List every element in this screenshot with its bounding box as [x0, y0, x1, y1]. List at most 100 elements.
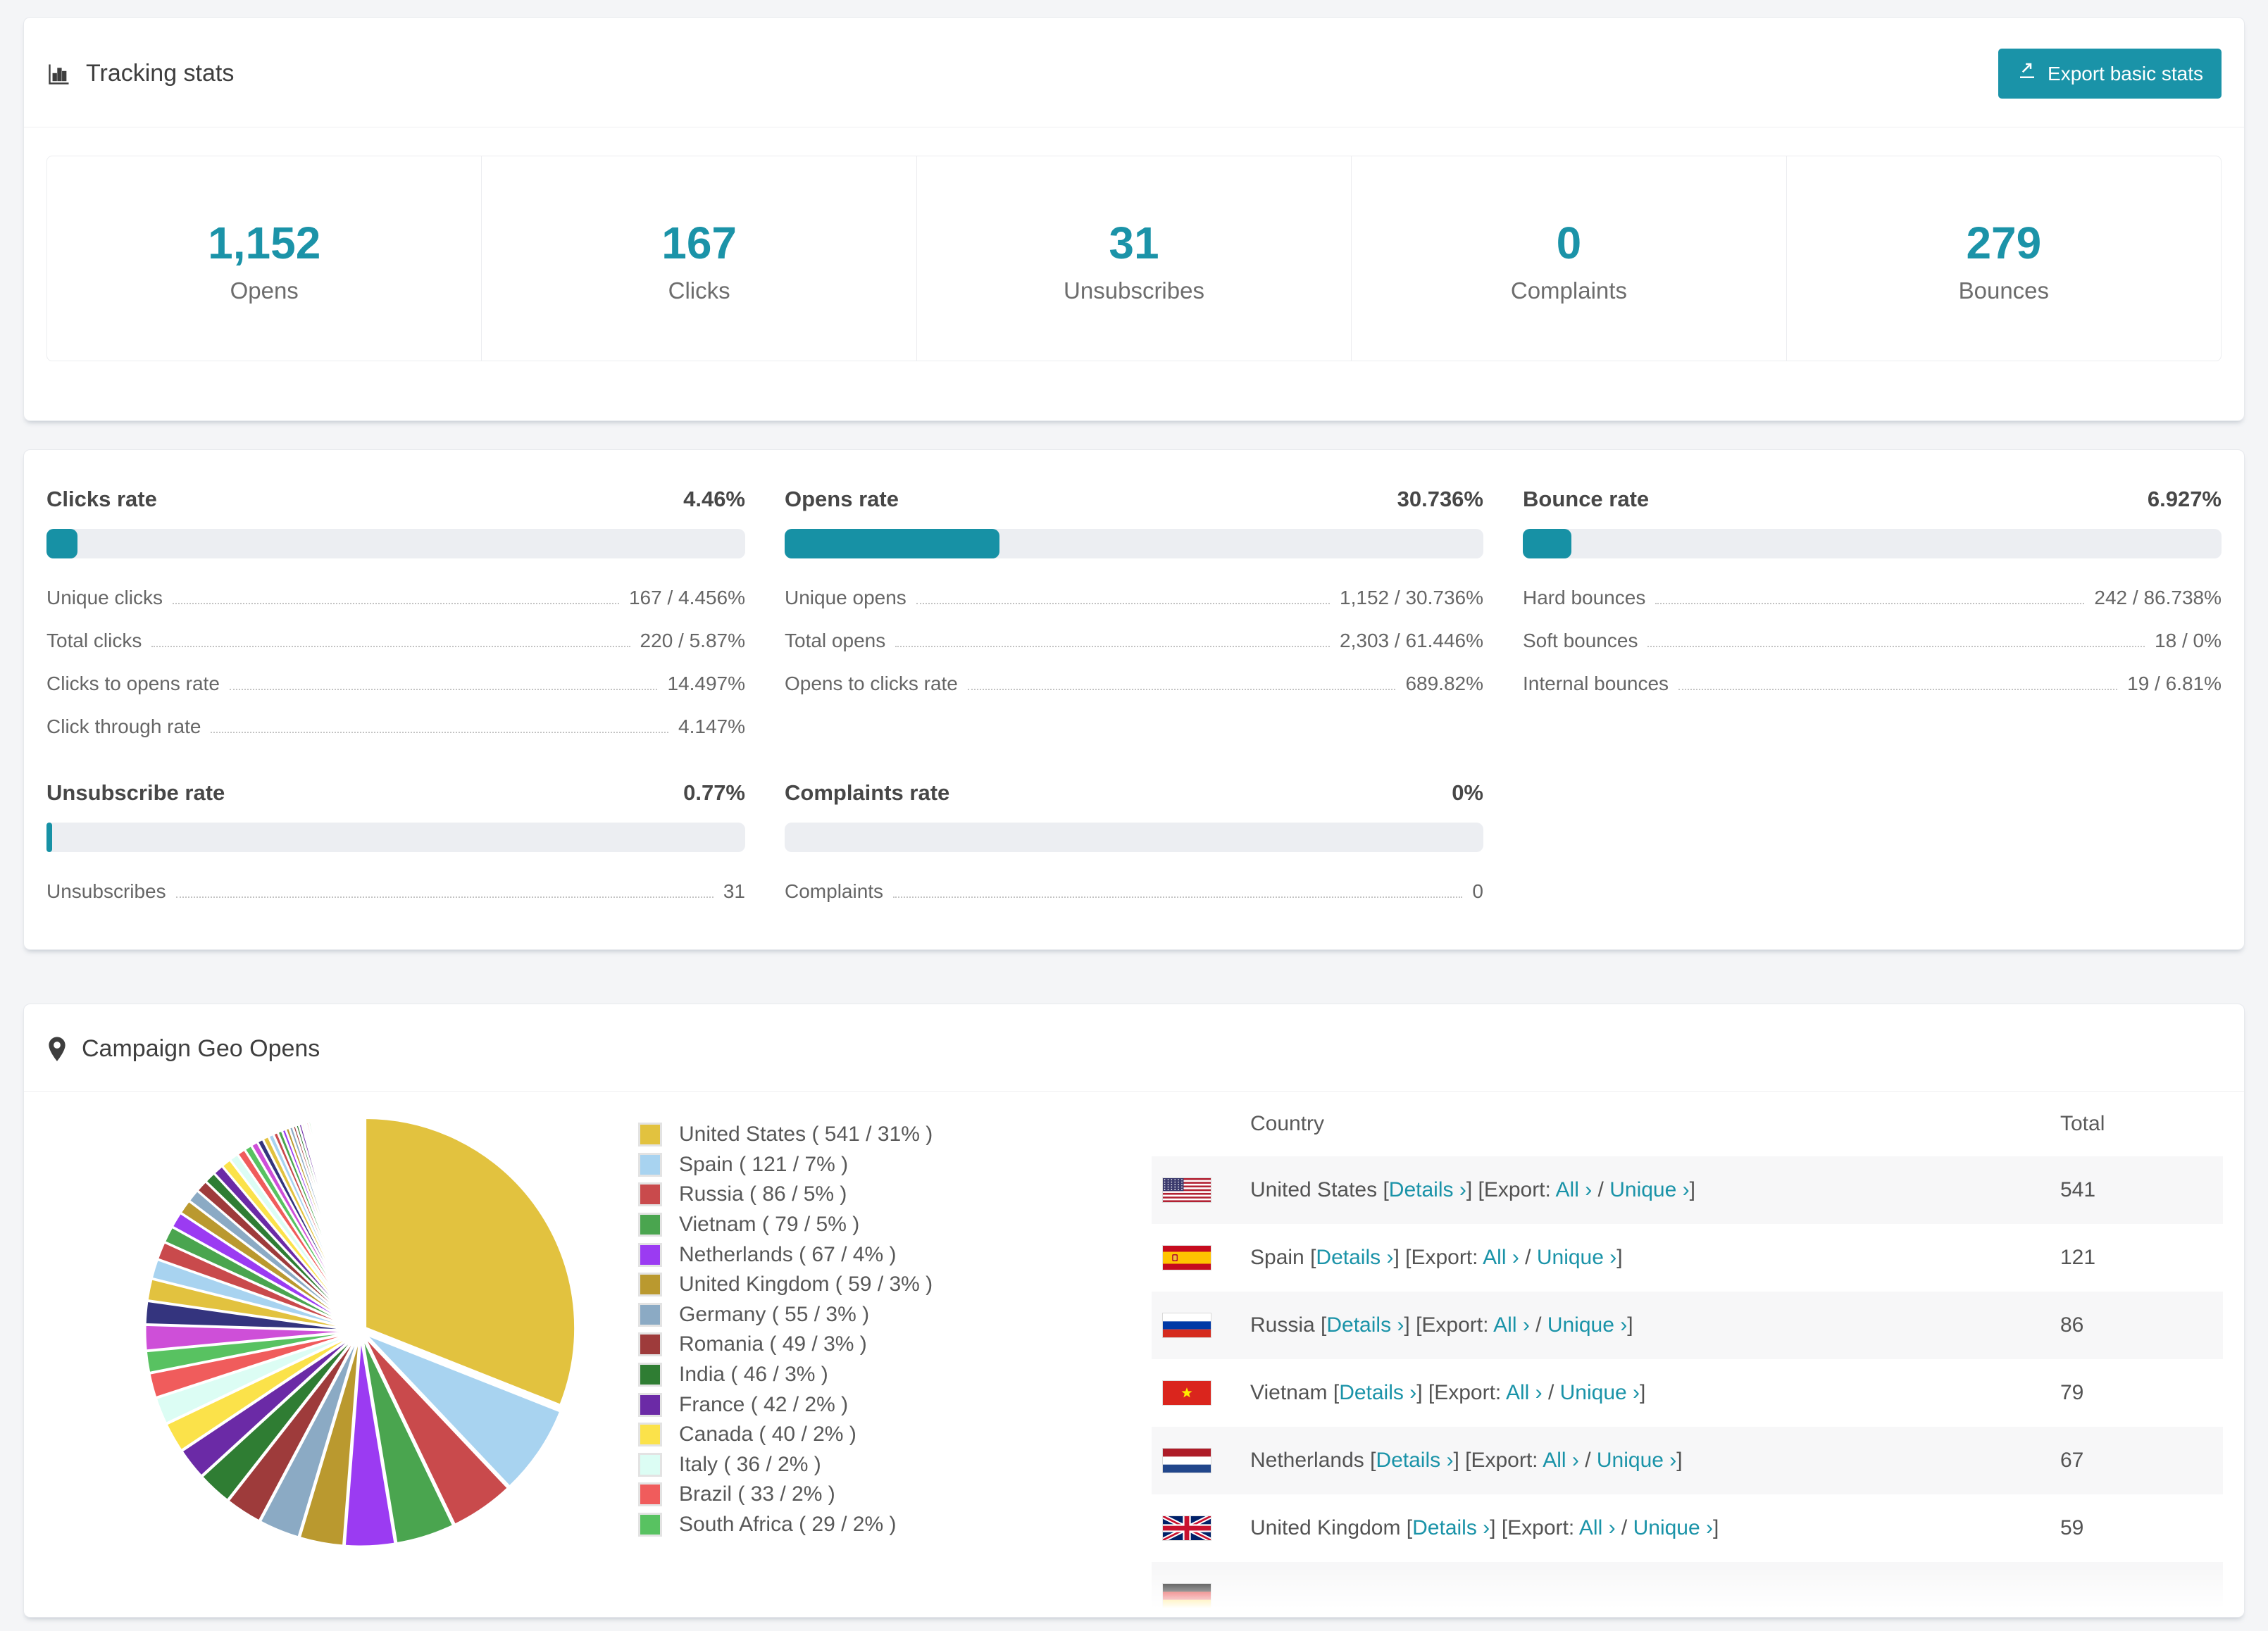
- export-unique-link[interactable]: Unique ›: [1560, 1381, 1640, 1404]
- rate-detail-row: Internal bounces 19 / 6.81%: [1523, 673, 2222, 695]
- dotted-leader: [1678, 689, 2118, 690]
- rate-progress-track: [785, 529, 1483, 558]
- rate-detail-row: Click through rate 4.147%: [46, 715, 745, 738]
- export-unique-link[interactable]: Unique ›: [1547, 1313, 1627, 1337]
- flag-ru-icon: [1162, 1313, 1211, 1338]
- stat-tile: 167 Clicks: [482, 156, 917, 361]
- geo-table-country-cell: Russia [Details ›] [Export: All › / Uniq…: [1250, 1313, 1633, 1337]
- export-all-link[interactable]: All ›: [1493, 1313, 1530, 1337]
- stat-label: Complaints: [1510, 277, 1627, 304]
- details-link[interactable]: Details ›: [1339, 1381, 1416, 1404]
- legend-item: United Kingdom ( 59 / 3% ): [638, 1270, 933, 1300]
- campaign-geo-opens-card: Campaign Geo Opens United States ( 541 /…: [23, 1004, 2245, 1618]
- stat-value: 31: [1109, 218, 1159, 268]
- rate-progress-fill: [785, 529, 999, 558]
- rate-title: Clicks rate: [46, 487, 157, 511]
- rate-value: 6.927%: [2147, 487, 2222, 511]
- details-link[interactable]: Details ›: [1389, 1178, 1466, 1201]
- legend-item: Germany ( 55 / 3% ): [638, 1300, 933, 1330]
- geo-table-total-cell: 121: [2060, 1246, 2096, 1269]
- details-link[interactable]: Details ›: [1376, 1449, 1453, 1472]
- rate-detail-value: 19 / 6.81%: [2127, 673, 2222, 694]
- rate-detail-row: Unique clicks 167 / 4.456%: [46, 587, 745, 609]
- rate-detail-label: Total clicks: [46, 630, 142, 651]
- geo-table-total-cell: 59: [2060, 1516, 2084, 1539]
- export-basic-stats-label: Export basic stats: [2048, 62, 2203, 85]
- stat-tile: 0 Complaints: [1352, 156, 1787, 361]
- geo-table-row: United States [Details ›] [Export: All ›…: [1152, 1156, 2223, 1224]
- export-all-link[interactable]: All ›: [1579, 1516, 1616, 1539]
- stat-value: 1,152: [208, 218, 321, 268]
- rate-detail-row: Soft bounces 18 / 0%: [1523, 630, 2222, 652]
- legend-swatch: [638, 1452, 662, 1477]
- rate-detail-label: Unsubscribes: [46, 880, 166, 902]
- export-unique-link[interactable]: Unique ›: [1633, 1516, 1713, 1539]
- stat-tile: 1,152 Opens: [47, 156, 482, 361]
- geo-table-country-cell: Vietnam [Details ›] [Export: All › / Uni…: [1250, 1381, 1646, 1404]
- legend-item: Brazil ( 33 / 2% ): [638, 1480, 933, 1510]
- rate-value: 0%: [1452, 780, 1483, 805]
- details-link[interactable]: Details ›: [1412, 1516, 1490, 1539]
- export-unique-link[interactable]: Unique ›: [1537, 1246, 1616, 1269]
- geo-table-total-cell: 86: [2060, 1313, 2084, 1337]
- legend-swatch: [638, 1123, 662, 1147]
- export-unique-link[interactable]: Unique ›: [1609, 1178, 1689, 1201]
- geo-table-total-cell: 79: [2060, 1381, 2084, 1404]
- legend-label: France ( 42 / 2% ): [679, 1392, 849, 1416]
- rates-card: Clicks rate 4.46% Unique clicks 167 / 4.…: [23, 449, 2245, 950]
- legend-label: United Kingdom ( 59 / 3% ): [679, 1273, 933, 1296]
- rate-detail-label: Total opens: [785, 630, 886, 651]
- stat-value: 167: [661, 218, 737, 268]
- legend-swatch: [638, 1363, 662, 1387]
- legend-item: Romania ( 49 / 3% ): [638, 1330, 933, 1360]
- legend-item: Spain ( 121 / 7% ): [638, 1150, 933, 1180]
- legend-swatch: [638, 1152, 662, 1177]
- rate-detail-label: Unique opens: [785, 587, 906, 608]
- geo-body: United States ( 541 / 31% ) Spain ( 121 …: [24, 1092, 2244, 1617]
- rate-detail-label: Complaints: [785, 880, 884, 902]
- rate-value: 0.77%: [683, 780, 745, 805]
- stat-label: Unsubscribes: [1064, 277, 1204, 304]
- rate-detail-value: 18 / 0%: [2155, 630, 2222, 651]
- details-link[interactable]: Details ›: [1316, 1246, 1393, 1269]
- tracking-stats-title: Tracking stats: [86, 60, 235, 87]
- rate-detail-value: 31: [723, 880, 745, 902]
- legend-swatch: [638, 1302, 662, 1327]
- legend-swatch: [638, 1332, 662, 1357]
- legend-swatch: [638, 1423, 662, 1447]
- geo-table-total-cell: 67: [2060, 1449, 2084, 1472]
- geo-table-row: United Kingdom [Details ›] [Export: All …: [1152, 1494, 2223, 1562]
- legend-swatch: [638, 1273, 662, 1297]
- export-basic-stats-button[interactable]: Export basic stats: [1998, 49, 2222, 99]
- rate-detail-label: Click through rate: [46, 715, 201, 737]
- legend-swatch: [638, 1392, 662, 1417]
- export-unique-link[interactable]: Unique ›: [1597, 1449, 1676, 1472]
- export-all-link[interactable]: All ›: [1543, 1449, 1579, 1472]
- flag-us-icon: [1162, 1177, 1211, 1203]
- geo-pie-chart[interactable]: [141, 1111, 580, 1551]
- geo-pie-slice[interactable]: [359, 1114, 362, 1326]
- rate-detail-value: 14.497%: [667, 673, 745, 694]
- geo-title: Campaign Geo Opens: [82, 1035, 320, 1062]
- geo-table-row: [1152, 1562, 2223, 1617]
- rate-block: Unsubscribe rate 0.77% Unsubscribes 31: [46, 780, 745, 903]
- rate-progress-fill: [46, 823, 52, 852]
- dotted-leader: [916, 603, 1331, 604]
- legend-swatch: [638, 1213, 662, 1237]
- rate-detail-row: Clicks to opens rate 14.497%: [46, 673, 745, 695]
- legend-swatch: [638, 1182, 662, 1207]
- stat-label: Bounces: [1958, 277, 2050, 304]
- rate-detail-label: Clicks to opens rate: [46, 673, 220, 694]
- tracking-stats-header: Tracking stats Export basic stats: [24, 18, 2244, 127]
- dotted-leader: [1647, 646, 2145, 647]
- details-link[interactable]: Details ›: [1326, 1313, 1404, 1337]
- export-all-link[interactable]: All ›: [1506, 1381, 1543, 1404]
- dotted-leader: [175, 896, 714, 898]
- geo-table: Country Total United States [Details ›] …: [1152, 1092, 2223, 1617]
- stat-label: Clicks: [668, 277, 730, 304]
- rate-block: Bounce rate 6.927% Hard bounces 242 / 86…: [1523, 487, 2222, 738]
- export-all-link[interactable]: All ›: [1483, 1246, 1519, 1269]
- export-all-link[interactable]: All ›: [1556, 1178, 1593, 1201]
- geo-table-country-cell: United Kingdom [Details ›] [Export: All …: [1250, 1516, 1719, 1539]
- legend-label: India ( 46 / 3% ): [679, 1363, 828, 1387]
